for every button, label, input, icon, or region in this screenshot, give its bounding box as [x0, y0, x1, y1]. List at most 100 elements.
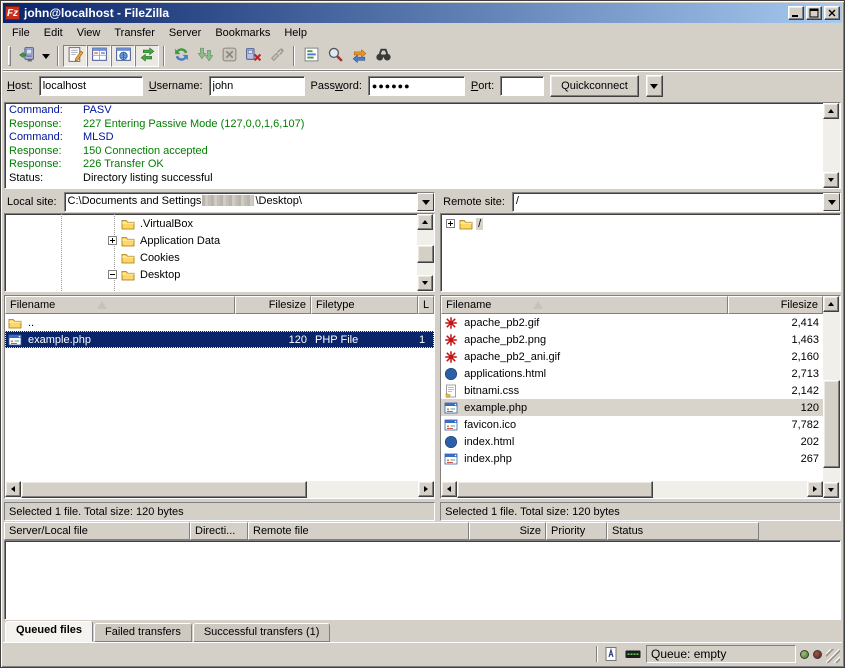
combo-dropdown-button[interactable] — [417, 193, 434, 211]
scrollbar-thumb[interactable] — [457, 481, 653, 498]
remote-status-text: Selected 1 file. Total size: 120 bytes — [440, 502, 841, 521]
file-row[interactable]: index.php 267 — [441, 450, 823, 467]
file-row[interactable]: .. — [5, 314, 434, 331]
menu-item[interactable]: File — [5, 25, 37, 41]
menu-item[interactable]: Edit — [37, 25, 70, 41]
tree-item[interactable]: Cookies — [5, 249, 417, 266]
queue-column-header[interactable]: Priority — [546, 522, 607, 540]
titlebar[interactable]: Fz john@localhost - FileZilla — [3, 3, 842, 23]
remote-horizontal-scrollbar[interactable] — [441, 481, 823, 498]
log-scrollbar[interactable] — [823, 103, 840, 188]
tree-item[interactable]: Desktop — [5, 266, 417, 283]
scroll-up-button[interactable] — [823, 103, 839, 119]
scroll-down-button[interactable] — [417, 275, 433, 291]
remote-vertical-scrollbar[interactable] — [823, 296, 840, 498]
scroll-down-button[interactable] — [823, 482, 839, 498]
toggle-remote-tree-button[interactable] — [111, 45, 135, 67]
process-queue-button[interactable] — [193, 45, 217, 67]
site-manager-button[interactable] — [14, 45, 38, 67]
queue-column-header[interactable]: Server/Local file — [4, 522, 190, 540]
cancel-button[interactable] — [217, 45, 241, 67]
site-manager-dropdown-button[interactable] — [38, 45, 53, 67]
scroll-up-button[interactable] — [417, 214, 433, 230]
scroll-down-button[interactable] — [823, 172, 839, 188]
folder-icon — [120, 251, 135, 265]
tree-item[interactable]: / — [441, 215, 840, 232]
close-button[interactable] — [824, 6, 840, 20]
find-files-button[interactable] — [371, 45, 395, 67]
scroll-right-button[interactable] — [807, 481, 823, 497]
queue-column-header[interactable]: Remote file — [248, 522, 469, 540]
column-header-lastmodified[interactable]: L — [418, 296, 434, 314]
scrollbar-thumb[interactable] — [417, 245, 434, 263]
tree-item[interactable]: .VirtualBox — [5, 215, 417, 232]
password-input[interactable] — [368, 76, 465, 96]
menu-item[interactable]: Transfer — [107, 25, 162, 41]
tab[interactable]: Successful transfers (1) — [193, 623, 331, 642]
tree-expander[interactable] — [446, 219, 455, 228]
combo-dropdown-button[interactable] — [823, 193, 840, 211]
column-header-filetype[interactable]: Filetype — [311, 296, 418, 314]
menu-item[interactable]: Help — [277, 25, 314, 41]
quickconnect-dropdown-button[interactable] — [646, 75, 663, 97]
column-header-filename[interactable]: Filename — [5, 296, 235, 314]
local-tree-scrollbar[interactable] — [417, 214, 434, 291]
quickconnect-button[interactable]: Quickconnect — [550, 75, 639, 97]
reconnect-button[interactable] — [265, 45, 289, 67]
disconnect-button[interactable] — [241, 45, 265, 67]
file-row[interactable]: bitnami.css 2,142 — [441, 382, 823, 399]
message-log: Command:PASV Response:227 Entering Passi… — [4, 102, 841, 189]
file-row[interactable]: index.html 202 — [441, 433, 823, 450]
username-input[interactable] — [209, 76, 305, 96]
refresh-button[interactable] — [169, 45, 193, 67]
file-row[interactable]: example.php 120 — [441, 399, 823, 416]
scroll-right-button[interactable] — [418, 481, 434, 497]
file-row[interactable]: apache_pb2.gif 2,414 — [441, 314, 823, 331]
host-input[interactable] — [39, 76, 143, 96]
filter-button[interactable] — [299, 45, 323, 67]
resize-grip[interactable] — [826, 649, 840, 663]
synchronized-browsing-button[interactable] — [347, 45, 371, 67]
tab[interactable]: Failed transfers — [94, 623, 192, 642]
column-header-filesize[interactable]: Filesize — [728, 296, 823, 314]
scrollbar-thumb[interactable] — [823, 380, 840, 468]
scroll-up-button[interactable] — [823, 296, 839, 312]
scrollbar-thumb[interactable] — [21, 481, 307, 498]
tree-expander[interactable] — [108, 236, 117, 245]
queue-column-header[interactable]: Directi... — [190, 522, 248, 540]
scroll-left-button[interactable] — [5, 481, 21, 497]
image-icon — [443, 350, 458, 364]
local-horizontal-scrollbar[interactable] — [5, 481, 434, 498]
compare-directories-button[interactable] — [323, 45, 347, 67]
scroll-left-button[interactable] — [441, 481, 457, 497]
queue-column-header[interactable]: Status — [607, 522, 759, 540]
toggle-message-log-button[interactable] — [63, 45, 87, 67]
toggle-queue-button[interactable] — [135, 45, 159, 67]
column-header-filename[interactable]: Filename — [441, 296, 728, 314]
minimize-button[interactable] — [788, 6, 804, 20]
maximize-button[interactable] — [806, 6, 822, 20]
port-input[interactable] — [500, 76, 544, 96]
tree-expander[interactable] — [108, 270, 117, 279]
file-row[interactable]: apache_pb2.png 1,463 — [441, 331, 823, 348]
file-row[interactable]: favicon.ico 7,782 — [441, 416, 823, 433]
toolbar-grip[interactable] — [8, 46, 11, 66]
toggle-local-tree-button[interactable] — [87, 45, 111, 67]
file-row[interactable]: applications.html 2,713 — [441, 365, 823, 382]
sort-ascending-icon — [533, 301, 543, 309]
remote-site-combobox[interactable]: / — [512, 192, 841, 212]
menu-item[interactable]: View — [70, 25, 108, 41]
file-row[interactable]: example.php 120 PHP File 1 — [5, 331, 434, 348]
web-icon — [7, 333, 22, 347]
file-row[interactable]: apache_pb2_ani.gif 2,160 — [441, 348, 823, 365]
queue-list[interactable] — [4, 540, 841, 620]
chevron-down-icon — [422, 200, 430, 209]
queue-column-header[interactable]: Size — [469, 522, 546, 540]
column-header-filesize[interactable]: Filesize — [235, 296, 311, 314]
menu-item[interactable]: Bookmarks — [208, 25, 277, 41]
local-site-combobox[interactable]: C:\Documents and Settings\Desktop\ — [64, 192, 436, 212]
main-panes: Local site: C:\Documents and Settings\De… — [3, 191, 842, 521]
tab[interactable]: Queued files — [5, 621, 93, 642]
menu-item[interactable]: Server — [162, 25, 208, 41]
tree-item[interactable]: Application Data — [5, 232, 417, 249]
